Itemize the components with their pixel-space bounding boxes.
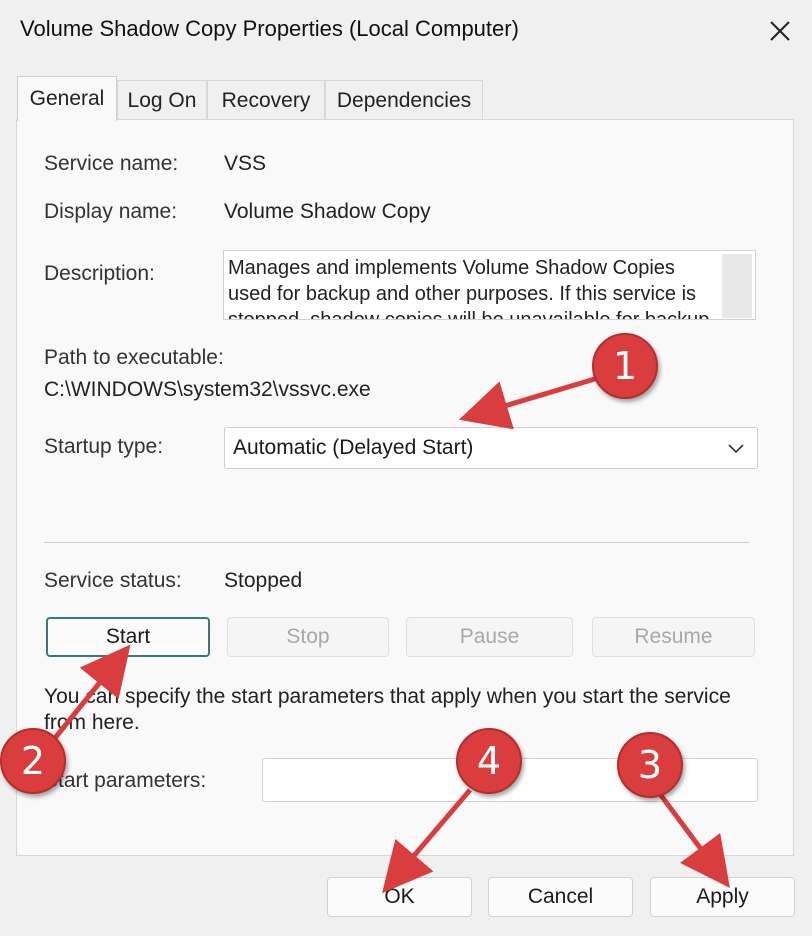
display-name-label: Display name: (44, 200, 178, 223)
stop-button[interactable]: Stop (227, 617, 389, 657)
cancel-button[interactable]: Cancel (488, 877, 633, 917)
startup-type-label: Startup type: (44, 435, 164, 458)
description-box[interactable]: Manages and implements Volume Shadow Cop… (223, 250, 756, 320)
apply-button[interactable]: Apply (650, 877, 795, 917)
resume-button[interactable]: Resume (592, 617, 755, 657)
service-status-label: Service status: (44, 569, 182, 592)
annotation-badge-1: 1 (592, 333, 658, 399)
path-label: Path to executable: (44, 346, 224, 369)
path-value: C:\WINDOWS\system32\vssvc.exe (44, 378, 371, 401)
description-label: Description: (44, 262, 155, 285)
start-params-info: You can specify the start parameters tha… (44, 685, 731, 734)
chevron-down-icon (728, 444, 744, 454)
separator (44, 542, 750, 543)
window-title: Volume Shadow Copy Properties (Local Com… (20, 16, 519, 41)
service-name-value: VSS (224, 152, 267, 175)
start-button[interactable]: Start (46, 617, 210, 657)
tab-dependencies[interactable]: Dependencies (325, 80, 483, 120)
close-button[interactable] (752, 6, 808, 56)
annotation-badge-2: 2 (0, 728, 66, 794)
annotation-badge-4: 4 (456, 728, 522, 794)
startup-type-select[interactable]: Automatic (Delayed Start) (224, 427, 758, 469)
description-scrollbar[interactable] (722, 254, 752, 318)
start-parameters-label: Start parameters: (44, 769, 207, 792)
close-icon (770, 21, 790, 41)
tab-log-on[interactable]: Log On (117, 80, 207, 120)
pause-button[interactable]: Pause (406, 617, 573, 657)
display-name-value: Volume Shadow Copy (224, 200, 431, 223)
ok-button[interactable]: OK (327, 877, 472, 917)
startup-type-value: Automatic (Delayed Start) (233, 436, 474, 459)
annotation-badge-3: 3 (617, 732, 683, 798)
tab-recovery[interactable]: Recovery (207, 80, 325, 120)
service-name-label: Service name: (44, 152, 179, 175)
tab-general[interactable]: General (17, 76, 117, 121)
service-status-value: Stopped (224, 569, 303, 592)
